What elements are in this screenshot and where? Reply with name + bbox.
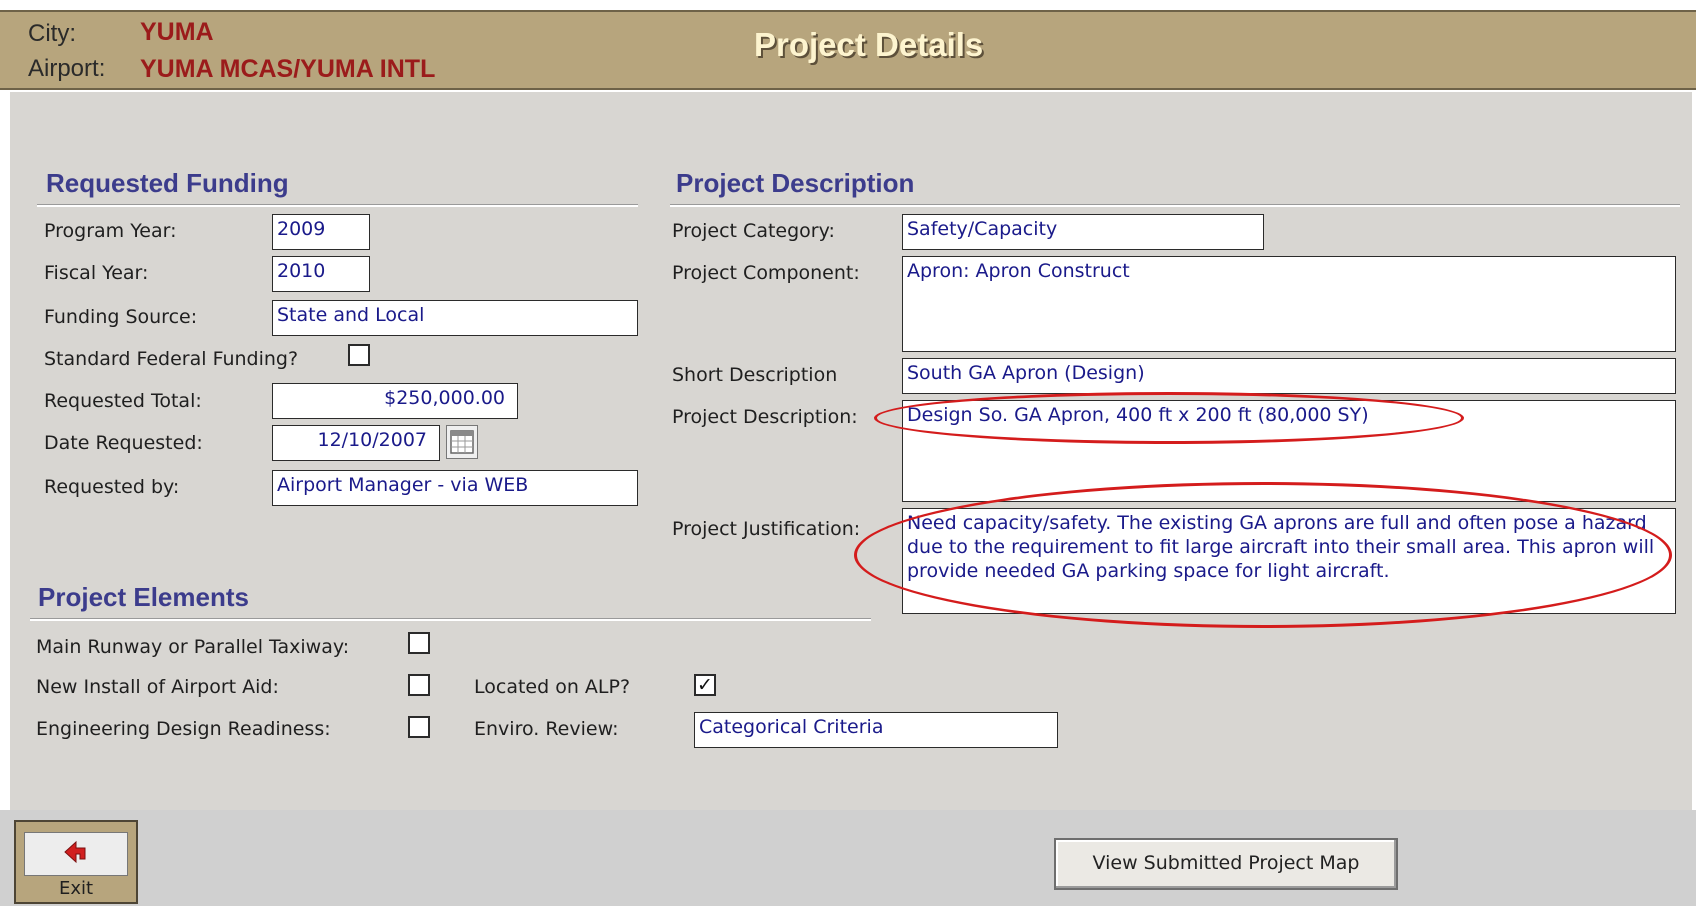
short-description-field[interactable]: South GA Apron (Design) <box>902 358 1676 394</box>
exit-label: Exit <box>58 878 94 899</box>
highlight-oval-justification <box>854 482 1672 628</box>
red-arrow-left-icon <box>64 840 86 864</box>
requested-funding-divider <box>37 204 638 207</box>
highlight-oval-description <box>874 392 1464 444</box>
requested-funding-heading: Requested Funding <box>46 168 289 198</box>
city-value: YUMA <box>140 18 214 46</box>
requested-by-label: Requested by: <box>44 476 180 498</box>
project-description-label: Project Description: <box>672 406 858 428</box>
project-category-label: Project Category: <box>672 220 835 242</box>
airport-value: YUMA MCAS/YUMA INTL <box>140 55 436 83</box>
date-requested-field[interactable]: 12/10/2007 <box>272 425 440 461</box>
design-readiness-label: Engineering Design Readiness: <box>36 718 331 740</box>
main-runway-label: Main Runway or Parallel Taxiway: <box>36 636 350 658</box>
airport-label: Airport: <box>28 55 106 82</box>
date-requested-label: Date Requested: <box>44 432 203 454</box>
project-justification-label: Project Justification: <box>672 518 861 540</box>
project-description-divider <box>670 204 1680 207</box>
standard-federal-checkbox[interactable] <box>348 344 370 366</box>
program-year-field[interactable]: 2009 <box>272 214 370 250</box>
short-description-label: Short Description <box>672 364 838 386</box>
funding-source-label: Funding Source: <box>44 306 198 328</box>
enviro-review-field[interactable]: Categorical Criteria <box>694 712 1058 748</box>
project-elements-heading: Project Elements <box>38 582 249 612</box>
fiscal-year-field[interactable]: 2010 <box>272 256 370 292</box>
project-component-label: Project Component: <box>672 262 860 284</box>
located-alp-checkbox[interactable]: ✓ <box>694 674 716 696</box>
main-runway-checkbox[interactable] <box>408 632 430 654</box>
program-year-label: Program Year: <box>44 220 177 242</box>
calendar-icon[interactable] <box>446 425 478 459</box>
project-description-heading: Project Description <box>676 168 915 198</box>
footer-bar <box>0 810 1696 906</box>
new-install-label: New Install of Airport Aid: <box>36 676 279 698</box>
standard-federal-label: Standard Federal Funding? <box>44 348 299 370</box>
requested-total-field[interactable]: $250,000.00 <box>272 383 518 419</box>
fiscal-year-label: Fiscal Year: <box>44 262 149 284</box>
requested-by-field[interactable]: Airport Manager - via WEB <box>272 470 638 506</box>
new-install-checkbox[interactable] <box>408 674 430 696</box>
checkmark-icon: ✓ <box>697 674 713 696</box>
project-component-field[interactable]: Apron: Apron Construct <box>902 256 1676 352</box>
funding-source-field[interactable]: State and Local <box>272 300 638 336</box>
city-label: City: <box>28 20 76 47</box>
exit-button[interactable]: Exit <box>14 820 138 904</box>
requested-total-label: Requested Total: <box>44 390 202 412</box>
project-category-field[interactable]: Safety/Capacity <box>902 214 1264 250</box>
page-title: Project Details <box>754 26 984 63</box>
enviro-review-label: Enviro. Review: <box>474 718 619 740</box>
exit-icon-frame <box>24 832 128 876</box>
view-project-map-button[interactable]: View Submitted Project Map <box>1054 838 1398 890</box>
design-readiness-checkbox[interactable] <box>408 716 430 738</box>
calendar-icon-graphic <box>450 430 474 454</box>
located-alp-label: Located on ALP? <box>474 676 631 698</box>
project-elements-divider <box>30 618 871 621</box>
